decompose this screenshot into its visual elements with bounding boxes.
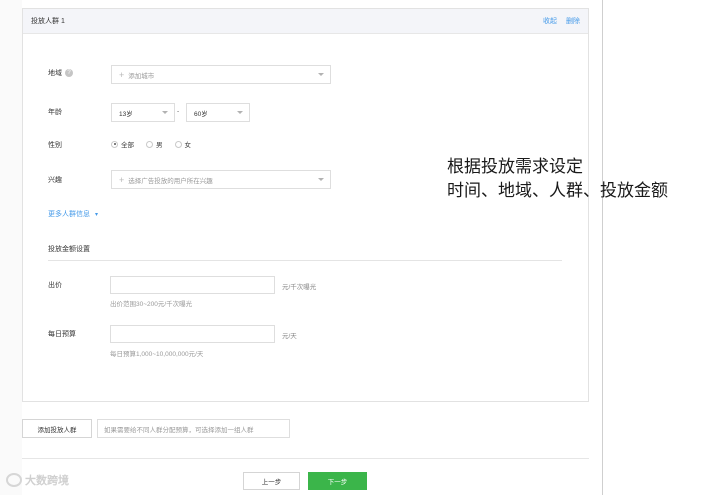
more-audience-label: 更多人群信息: [48, 211, 90, 218]
radio-checked-icon: [111, 140, 118, 148]
age-separator: -: [177, 108, 180, 115]
region-placeholder: 添加城市: [128, 72, 155, 80]
daily-budget-label: 每日预算: [48, 331, 76, 338]
right-divider: [602, 0, 603, 495]
region-label: 地域?: [48, 68, 73, 78]
add-audience-hint-field: 如果需要给不同人群分配预算，可选择添加一组人群: [97, 419, 290, 438]
daily-budget-hint: 每日预算1,000~10,000,000元/天: [110, 351, 204, 358]
bid-label: 出价: [48, 282, 62, 289]
age-from-select[interactable]: 13岁: [111, 103, 175, 122]
age-from-value: 13岁: [119, 110, 133, 118]
more-audience-link[interactable]: 更多人群信息 ▾: [48, 209, 98, 219]
gender-option-label: 女: [184, 142, 192, 149]
plus-icon: +: [119, 174, 125, 185]
age-to-select[interactable]: 60岁: [186, 103, 250, 122]
footer-divider: [22, 458, 589, 459]
age-label: 年龄: [48, 109, 62, 116]
plus-icon: +: [119, 69, 125, 80]
age-to-value: 60岁: [194, 110, 208, 118]
budget-section-title: 投放金额设置: [48, 246, 90, 253]
daily-budget-unit: 元/天: [282, 333, 297, 340]
add-audience-button[interactable]: 添加投放人群: [22, 419, 92, 438]
chevron-down-icon: [162, 111, 168, 114]
radio-icon: [174, 140, 182, 148]
watermark: 大数跨境: [6, 472, 69, 488]
region-select[interactable]: + 添加城市: [111, 65, 331, 84]
gender-label: 性别: [48, 142, 62, 149]
help-icon[interactable]: ?: [65, 69, 73, 78]
annotation-line-2: 时间、地域、人群、投放金额: [447, 181, 668, 201]
next-step-button[interactable]: 下一步: [308, 472, 367, 490]
gender-option-all[interactable]: 全部: [111, 139, 134, 149]
bid-unit: 元/千次曝光: [282, 284, 317, 291]
region-label-text: 地域: [48, 70, 62, 77]
annotation-line-1: 根据投放需求设定: [447, 157, 583, 177]
chevron-down-icon: [318, 73, 324, 76]
bid-input[interactable]: [110, 276, 275, 294]
interest-label: 兴趣: [48, 177, 62, 184]
interest-select[interactable]: + 选择广告投放的用户所在兴趣: [111, 170, 331, 189]
gender-option-label: 全部: [121, 142, 134, 149]
gender-option-male[interactable]: 男: [146, 139, 163, 149]
left-margin-strip: [0, 0, 22, 495]
prev-step-button[interactable]: 上一步: [243, 472, 300, 490]
collapse-link[interactable]: 收起: [543, 16, 557, 26]
chevron-down-icon: [318, 178, 324, 181]
watermark-logo-icon: [6, 473, 22, 487]
delete-link[interactable]: 删除: [566, 16, 580, 26]
chevron-down-icon: ▾: [95, 212, 99, 218]
interest-placeholder: 选择广告投放的用户所在兴趣: [128, 177, 213, 185]
bid-hint: 出价范围30~200元/千次曝光: [110, 301, 193, 308]
panel-actions: 收起 删除: [543, 16, 580, 26]
chevron-down-icon: [237, 111, 243, 114]
panel-title: 投放人群 1: [31, 18, 65, 25]
panel-header: 投放人群 1 收起 删除: [23, 9, 588, 34]
gender-option-female[interactable]: 女: [174, 139, 192, 149]
daily-budget-input[interactable]: [110, 325, 275, 343]
section-divider: [48, 260, 562, 261]
radio-icon: [146, 140, 153, 148]
gender-radio-group: 全部 男 女: [111, 139, 191, 149]
watermark-text: 大数跨境: [25, 475, 69, 487]
gender-option-label: 男: [156, 142, 163, 149]
